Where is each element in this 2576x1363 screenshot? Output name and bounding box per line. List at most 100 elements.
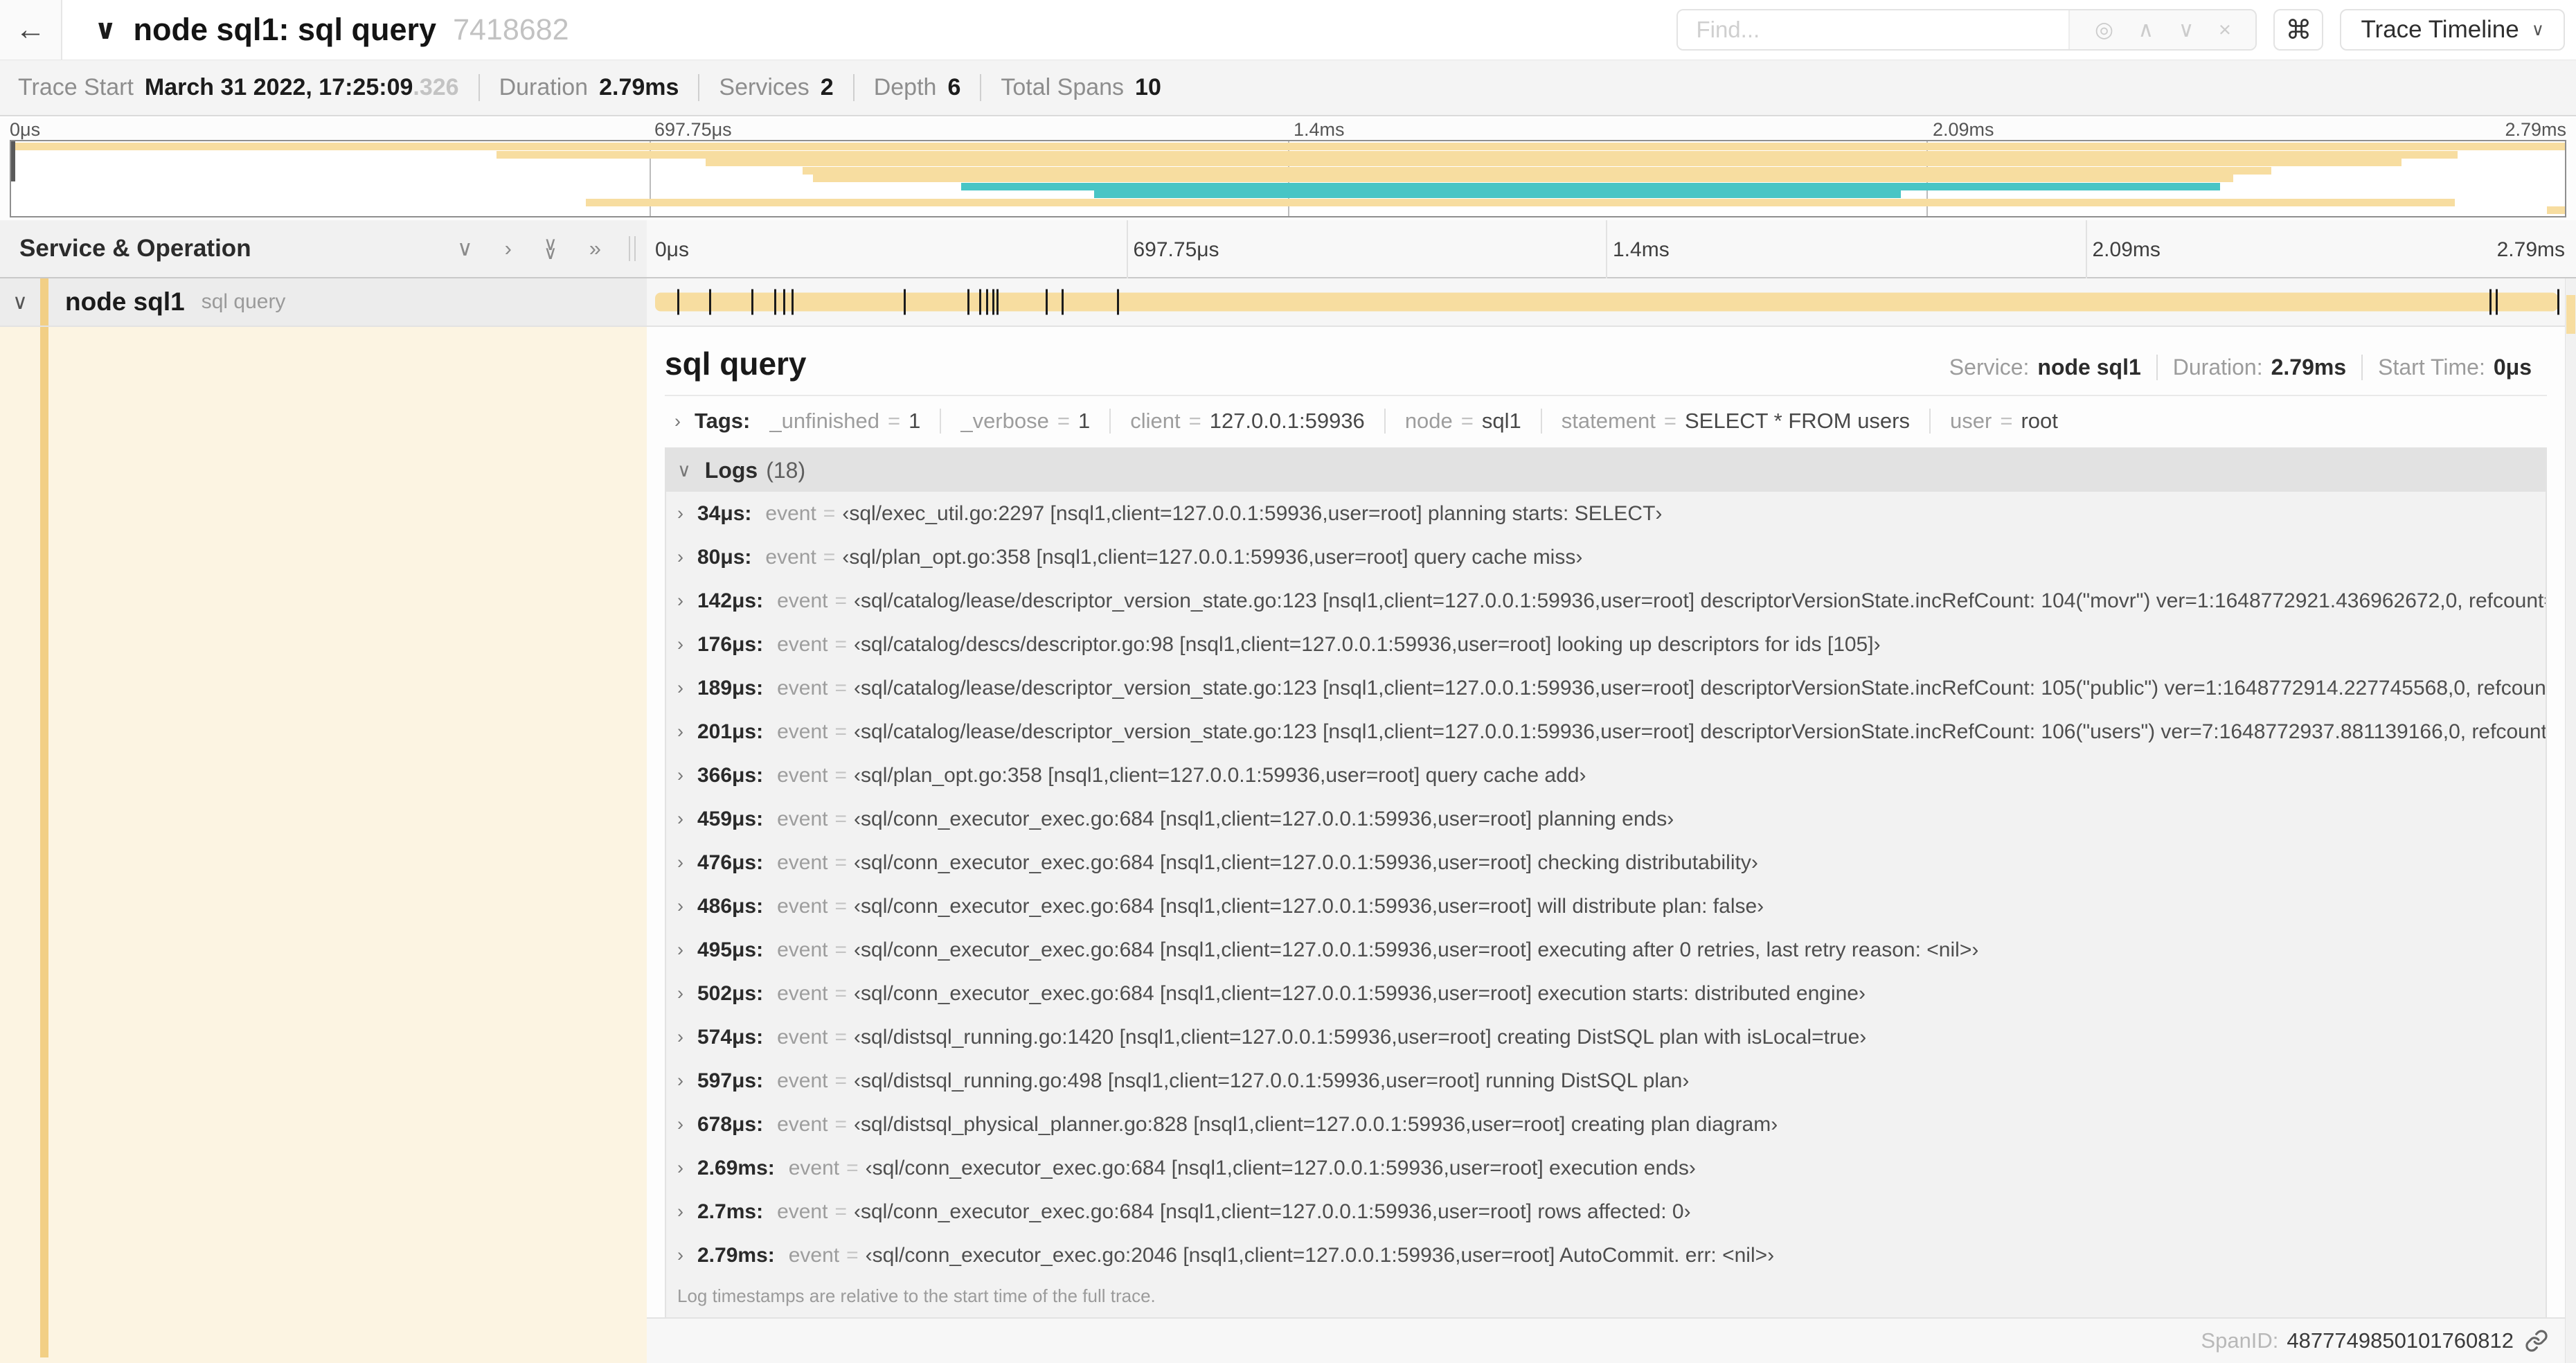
log-field-key: event [777,1025,828,1049]
tag-item: node = sql1 [1384,409,1541,434]
minimap-span [706,159,2401,166]
tag-item: statement = SELECT * FROM users [1540,409,1929,434]
back-button[interactable]: ← [0,0,62,60]
expand-all-icon[interactable]: » [589,236,601,261]
minimap-canvas[interactable] [10,140,2566,217]
log-row[interactable]: › 176μs: event = ‹sql/catalog/descs/desc… [666,623,2546,666]
summary-item: Trace Start March 31 2022, 17:25:09.326 [18,74,478,101]
log-event-value: ‹sql/plan_opt.go:358 [nsql1,client=127.0… [842,545,1583,569]
chevron-right-icon: › [677,896,683,916]
log-equals: = [834,807,848,830]
summary-label: Depth [873,74,937,100]
collapse-all-icon[interactable]: ∨ ∨ [544,234,557,262]
timeline-tick-label: 697.75μs [1133,238,1219,261]
span-bar-cell[interactable] [647,278,2565,326]
service-operation-header: Service & Operation ∨ › ∨ ∨ » [0,220,647,277]
log-row[interactable]: › 459μs: event = ‹sql/conn_executor_exec… [666,797,2546,841]
log-row[interactable]: › 678μs: event = ‹sql/distsql_physical_p… [666,1103,2546,1146]
log-equals: = [846,1156,859,1179]
chevron-right-icon: › [677,1026,683,1047]
logs-count: (18) [766,457,806,483]
top-bar: ← ∨ node sql1: sql query 7418682 ◎ ∧ ∨ ×… [0,0,2576,60]
scrollbar-thumb[interactable] [2566,295,2575,334]
log-equals: = [834,720,848,743]
clear-find-icon[interactable]: × [2219,17,2231,42]
log-row[interactable]: › 486μs: event = ‹sql/conn_executor_exec… [666,884,2546,928]
next-match-icon[interactable]: ∨ [2179,17,2194,42]
match-highlight-icon[interactable]: ◎ [2095,17,2113,42]
timeline-scrollbar[interactable] [2565,278,2576,1363]
log-event-value: ‹sql/catalog/lease/descriptor_version_st… [854,589,2546,612]
tag-value: sql1 [1481,409,1521,433]
find-input[interactable] [1678,10,2069,49]
detail-meta-value: 0μs [2493,355,2532,380]
log-row[interactable]: › 2.69ms: event = ‹sql/conn_executor_exe… [666,1146,2546,1190]
chevron-right-icon: › [677,1114,683,1134]
trace-collapse-icon[interactable]: ∨ [94,14,116,46]
minimap-viewport-handle[interactable] [11,141,15,182]
log-timestamp: 459μs: [697,807,764,830]
keyboard-shortcuts-button[interactable]: ⌘ [2273,9,2324,51]
summary-value: March 31 2022, 17:25:09 [144,74,413,100]
minimap-span [1093,190,1902,198]
chevron-right-icon: › [677,1157,683,1178]
span-row-label[interactable]: ∨ node sql1 sql query [0,278,647,326]
chevron-right-icon: › [677,546,683,567]
logs-footnote: Log timestamps are relative to the start… [677,1285,1156,1306]
span-expander-icon[interactable]: ∨ [0,290,40,314]
detail-left-gutter [0,326,647,1363]
chevron-right-icon: › [677,503,683,524]
chevron-right-icon: › [674,410,681,431]
log-event-tick [783,289,786,315]
summary-item: Duration 2.79ms [478,74,699,101]
timeline-tick-label: 2.09ms [2092,238,2161,261]
log-row[interactable]: › 80μs: event = ‹sql/plan_opt.go:358 [ns… [666,535,2546,579]
span-duration-bar[interactable] [655,292,2558,312]
detail-meta-label: Service: [1949,355,2030,380]
detail-meta-value: node sql1 [2037,355,2141,380]
logs-header[interactable]: ∨ Logs (18) [666,449,2546,492]
expand-one-icon[interactable]: › [505,236,512,261]
trace-summary-bar: Trace Start March 31 2022, 17:25:09.326 … [0,60,2576,116]
log-event-value: ‹sql/exec_util.go:2297 [nsql1,client=127… [842,501,1663,525]
log-row[interactable]: › 2.7ms: event = ‹sql/conn_executor_exec… [666,1190,2546,1233]
tag-item: _unfinished = 1 [750,409,940,434]
log-equals: = [834,763,848,787]
log-event-tick [1046,289,1048,315]
log-timestamp: 176μs: [697,632,764,656]
minimap-span [2547,206,2565,214]
chevron-down-icon: ∨ [2531,20,2544,39]
prev-match-icon[interactable]: ∧ [2138,17,2154,42]
log-timestamp: 476μs: [697,850,764,874]
log-row[interactable]: › 34μs: event = ‹sql/exec_util.go:2297 [… [666,492,2546,535]
log-event-tick [791,289,794,315]
tag-equals: = [1188,409,1201,433]
log-timestamp: 189μs: [697,676,764,700]
log-field-key: event [777,1200,828,1223]
column-resize-grip[interactable] [629,236,636,261]
collapse-one-icon[interactable]: ∨ [457,236,473,261]
logs-title: Logs [704,457,758,483]
log-row[interactable]: › 2.79ms: event = ‹sql/conn_executor_exe… [666,1233,2546,1277]
view-selector-button[interactable]: Trace Timeline ∨ [2340,9,2565,51]
detail-meta: Service: node sql1 Duration: 2.79ms Star… [1934,355,2547,380]
tags-row[interactable]: › Tags: _unfinished = 1 _verbose = 1 cli… [665,396,2547,446]
summary-label: Total Spans [1001,74,1125,100]
chevron-right-icon: › [677,677,683,698]
log-row[interactable]: › 495μs: event = ‹sql/conn_executor_exec… [666,928,2546,972]
log-field-key: event [788,1156,840,1179]
log-field-key: event [777,894,828,918]
log-row[interactable]: › 366μs: event = ‹sql/plan_opt.go:358 [n… [666,754,2546,797]
log-row[interactable]: › 201μs: event = ‹sql/catalog/lease/desc… [666,710,2546,754]
log-row[interactable]: › 189μs: event = ‹sql/catalog/lease/desc… [666,666,2546,710]
log-row[interactable]: › 574μs: event = ‹sql/distsql_running.go… [666,1015,2546,1059]
tag-key: _verbose [960,409,1049,433]
deep-link-icon[interactable] [2525,1329,2548,1353]
logs-list: › 34μs: event = ‹sql/exec_util.go:2297 [… [666,492,2546,1277]
log-event-tick [992,289,994,315]
log-row[interactable]: › 476μs: event = ‹sql/conn_executor_exec… [666,841,2546,884]
log-row[interactable]: › 502μs: event = ‹sql/conn_executor_exec… [666,972,2546,1015]
log-row[interactable]: › 597μs: event = ‹sql/distsql_running.go… [666,1059,2546,1103]
log-equals: = [834,894,848,918]
log-row[interactable]: › 142μs: event = ‹sql/catalog/lease/desc… [666,579,2546,623]
